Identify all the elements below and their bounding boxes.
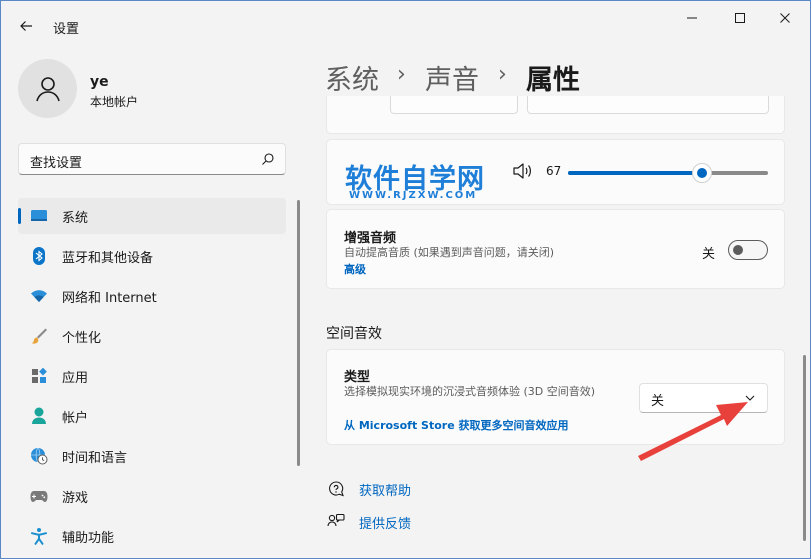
gamepad-icon: [29, 486, 49, 506]
enhance-audio-toggle[interactable]: [728, 240, 768, 260]
person-icon: [29, 406, 49, 426]
volume-slider-fill: [568, 171, 702, 175]
minimize-icon: [687, 17, 697, 19]
sidebar-item-label: 游戏: [62, 491, 89, 506]
sidebar-item-personalization[interactable]: 个性化: [18, 318, 286, 354]
enhance-audio-card: 增强音频 自动提高音质 (如果遇到声音问题，请关闭) 高级 关: [326, 209, 785, 289]
dropdown-value: 关: [651, 394, 665, 409]
account-type: 本地帐户: [90, 95, 139, 109]
breadcrumb-item-sound[interactable]: 声音: [425, 58, 479, 97]
search-icon: [262, 153, 274, 165]
app-title: 设置: [53, 22, 80, 37]
search-input[interactable]: 查找设置: [18, 143, 286, 175]
format-card-clipped: [326, 96, 785, 134]
spatial-sound-card: 类型 选择模拟现实环境的沉浸式音频体验 (3D 空间音效) 从 Microsof…: [326, 349, 785, 445]
toggle-state-label: 关: [702, 247, 716, 262]
sidebar-item-label: 个性化: [62, 331, 102, 346]
chevron-down-icon: [745, 395, 755, 401]
user-icon: [35, 76, 60, 101]
sidebar-item-apps[interactable]: 应用: [18, 358, 286, 394]
sidebar-item-gaming[interactable]: 游戏: [18, 478, 286, 514]
breadcrumb-separator: ›: [397, 62, 406, 87]
sidebar-item-label: 帐户: [62, 411, 89, 426]
title-bar: 设置: [0, 0, 811, 46]
active-indicator: [18, 208, 21, 224]
sidebar-item-accounts[interactable]: 帐户: [18, 398, 286, 434]
get-help-label: 获取帮助: [359, 484, 412, 499]
back-button[interactable]: [12, 12, 40, 40]
accessibility-icon: [29, 526, 49, 546]
sidebar-item-label: 系统: [62, 211, 89, 226]
sidebar-item-network[interactable]: 网络和 Internet: [18, 278, 286, 314]
maximize-icon: [735, 13, 745, 23]
arrow-left-icon: [20, 21, 32, 31]
section-title-spatial-sound: 空间音效: [326, 326, 382, 342]
spatial-type-description: 选择模拟现实环境的沉浸式音频体验 (3D 空间音效): [344, 385, 596, 398]
avatar[interactable]: [18, 59, 77, 118]
enhance-audio-description: 自动提高音质 (如果遇到声音问题，请关闭): [344, 246, 555, 259]
sidebar-item-time-language[interactable]: 时间和语言: [18, 438, 286, 474]
close-icon: [780, 13, 790, 23]
globe-clock-icon: [29, 446, 49, 466]
bluetooth-icon: [29, 246, 49, 266]
sidebar-item-accessibility[interactable]: 辅助功能: [18, 518, 286, 554]
maximize-button[interactable]: [718, 4, 762, 32]
brush-icon: [29, 326, 49, 346]
wifi-icon: [29, 286, 49, 306]
sidebar-item-bluetooth[interactable]: 蓝牙和其他设备: [18, 238, 286, 274]
close-button[interactable]: [763, 4, 807, 32]
toggle-knob: [733, 245, 743, 255]
sidebar-item-system[interactable]: 系统: [18, 198, 286, 234]
user-name: ye: [90, 74, 109, 90]
sidebar-item-label: 时间和语言: [62, 451, 128, 466]
sidebar-item-label: 蓝牙和其他设备: [62, 251, 154, 266]
spatial-type-title: 类型: [344, 370, 371, 385]
breadcrumb-item-system[interactable]: 系统: [325, 58, 379, 97]
volume-slider[interactable]: [568, 163, 768, 183]
watermark-url: WWW.RJZXW.COM: [349, 190, 478, 201]
volume-value: 67: [546, 164, 562, 178]
spatial-type-dropdown[interactable]: 关: [639, 383, 768, 413]
minimize-button[interactable]: [670, 4, 714, 32]
microsoft-store-link[interactable]: 从 Microsoft Store 获取更多空间音效应用: [344, 417, 568, 433]
content-scrollbar[interactable]: [803, 355, 806, 541]
clipped-button[interactable]: [390, 96, 518, 114]
advanced-link[interactable]: 高级: [344, 261, 366, 277]
apps-icon: [29, 366, 49, 386]
speaker-icon: [513, 163, 531, 179]
breadcrumb-separator: ›: [498, 62, 507, 87]
sidebar-item-label: 辅助功能: [62, 531, 115, 546]
enhance-audio-title: 增强音频: [344, 231, 397, 246]
breadcrumb-item-properties: 属性: [526, 65, 580, 96]
feedback-icon: [326, 512, 346, 532]
sidebar-item-label: 网络和 Internet: [62, 291, 157, 306]
system-icon: [29, 206, 49, 226]
volume-slider-thumb[interactable]: [692, 163, 712, 183]
clipped-button[interactable]: [527, 96, 769, 114]
search-placeholder: 查找设置: [30, 156, 83, 171]
sidebar-scrollbar[interactable]: [297, 200, 300, 466]
help-chat-icon: [326, 479, 346, 499]
volume-card: 软件自学网 WWW.RJZXW.COM 67: [326, 139, 785, 205]
sidebar-item-label: 应用: [62, 371, 89, 386]
feedback-label: 提供反馈: [359, 517, 412, 532]
